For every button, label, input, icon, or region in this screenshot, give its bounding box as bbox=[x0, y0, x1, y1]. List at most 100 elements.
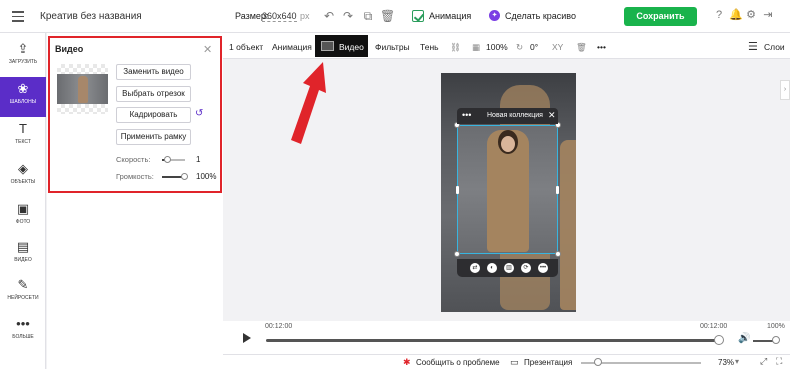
sidebar-item-label: Объекты bbox=[10, 179, 36, 185]
presentation-icon[interactable]: ▭ bbox=[510, 357, 519, 368]
tab-animation[interactable]: Анимация bbox=[272, 42, 312, 52]
zoom-slider-knob[interactable] bbox=[594, 358, 602, 366]
report-problem-link[interactable]: Сообщить о проблеме bbox=[416, 358, 500, 367]
sidebar-item-label: Больше bbox=[12, 334, 34, 340]
presentation-button[interactable]: Презентация bbox=[524, 358, 572, 367]
more-options-icon[interactable]: ••• bbox=[538, 263, 548, 273]
animation-label[interactable]: Анимация bbox=[429, 11, 471, 21]
video-icon: ▤ bbox=[16, 239, 30, 254]
sidebar-item-upload[interactable]: ⇪ Загрузить bbox=[0, 37, 46, 77]
help-icon[interactable]: ? bbox=[713, 9, 725, 21]
thumbnail-figure bbox=[78, 76, 88, 103]
fullscreen-icon[interactable]: ⛶ bbox=[776, 356, 782, 367]
fit-screen-icon[interactable]: ⤢ bbox=[760, 356, 767, 367]
tab-filters[interactable]: Фильтры bbox=[375, 42, 410, 52]
ai-icon: ✎ bbox=[17, 277, 29, 292]
background-figure-right bbox=[560, 140, 576, 310]
sidebar-item-more[interactable]: ••• Больше bbox=[0, 312, 46, 352]
undo-icon[interactable]: ↶ bbox=[322, 9, 336, 23]
xy-button[interactable]: XY bbox=[552, 42, 563, 52]
close-icon[interactable]: ✕ bbox=[548, 110, 556, 121]
animation-checkbox[interactable] bbox=[412, 10, 424, 22]
sidebar-item-ai[interactable]: ✎ Нейросети bbox=[0, 273, 46, 313]
chevron-down-icon[interactable]: ▾ bbox=[735, 357, 739, 366]
sidebar-item-objects[interactable]: ◈ Объекты bbox=[0, 157, 46, 197]
templates-icon: ❀ bbox=[17, 81, 29, 96]
replace-video-button[interactable]: Заменить видео bbox=[116, 64, 191, 80]
volume-value: 100% bbox=[196, 172, 217, 181]
sidebar-item-label: Шаблоны bbox=[9, 99, 37, 105]
layers-button[interactable]: Слои bbox=[764, 42, 785, 52]
crop-icon[interactable]: ◐ bbox=[487, 263, 497, 273]
more-options-icon[interactable]: ••• bbox=[462, 110, 471, 120]
bug-icon[interactable]: ✱ bbox=[403, 357, 411, 368]
sidebar-item-text[interactable]: T Текст bbox=[0, 117, 46, 157]
size-unit: px bbox=[300, 11, 310, 21]
sidebar-item-templates[interactable]: ❀ Шаблоны bbox=[0, 77, 46, 117]
red-arrow-annotation bbox=[291, 62, 326, 144]
volume-icon[interactable]: 🔊 bbox=[738, 333, 750, 344]
objects-icon: ◈ bbox=[18, 161, 28, 176]
text-icon: T bbox=[19, 121, 27, 136]
beautify-button[interactable]: Сделать красиво bbox=[505, 11, 576, 21]
link-icon[interactable]: ⛓ bbox=[450, 42, 461, 53]
bell-icon[interactable]: 🔔 bbox=[729, 9, 743, 21]
timeline-track[interactable] bbox=[266, 339, 718, 342]
select-clip-button[interactable]: Выбрать отрезок bbox=[116, 86, 191, 102]
object-count: 1 объект bbox=[229, 42, 264, 52]
timeline-volume-value: 100% bbox=[767, 323, 785, 330]
photo-icon: ▣ bbox=[16, 201, 30, 216]
collection-label[interactable]: Новая коллекция bbox=[487, 112, 543, 119]
exit-icon[interactable]: ⇥ bbox=[762, 9, 774, 21]
speed-slider-knob[interactable] bbox=[164, 156, 171, 163]
crop-button[interactable]: Кадрировать bbox=[116, 107, 191, 123]
delete-icon[interactable]: 🗑 bbox=[380, 9, 395, 23]
rotation-value[interactable]: 0° bbox=[530, 42, 538, 52]
more-icon: ••• bbox=[16, 316, 30, 331]
tab-video-label: Видео bbox=[339, 42, 364, 52]
resize-handle[interactable] bbox=[555, 251, 561, 257]
time-end: 00:12:00 bbox=[700, 323, 728, 330]
volume-slider-knob[interactable] bbox=[181, 173, 188, 180]
bottom-bar bbox=[223, 354, 790, 369]
play-icon[interactable] bbox=[243, 333, 251, 343]
magic-icon[interactable]: ✦ bbox=[489, 10, 500, 21]
opacity-value[interactable]: 100% bbox=[486, 42, 508, 52]
volume-label: Громкость: bbox=[116, 172, 154, 181]
resize-handle[interactable] bbox=[456, 186, 459, 194]
playhead-knob[interactable] bbox=[714, 335, 724, 345]
sidebar-item-photo[interactable]: ▣ Фото bbox=[0, 197, 46, 237]
tab-shadow[interactable]: Тень bbox=[420, 42, 439, 52]
sidebar-item-label: Нейросети bbox=[7, 295, 39, 301]
size-value[interactable]: 360x640 bbox=[262, 11, 297, 22]
more-options-icon[interactable]: ••• bbox=[597, 42, 606, 52]
replace-icon[interactable]: ⇄ bbox=[470, 263, 480, 273]
menu-icon[interactable] bbox=[12, 11, 24, 22]
sidebar-item-label: Загрузить bbox=[8, 59, 38, 65]
resize-handle[interactable] bbox=[556, 186, 559, 194]
redo-icon[interactable]: ↷ bbox=[341, 9, 355, 23]
zoom-value[interactable]: 73% bbox=[718, 358, 734, 367]
sidebar-item-video[interactable]: ▤ Видео bbox=[0, 235, 46, 275]
trash-icon[interactable]: ▥ bbox=[504, 263, 514, 273]
left-sidebar: ⇪ Загрузить ❀ Шаблоны T Текст ◈ Объекты … bbox=[0, 33, 46, 369]
sidebar-item-label: Видео bbox=[14, 257, 32, 263]
copy-icon[interactable]: ⧉ bbox=[361, 9, 375, 23]
layers-icon[interactable]: ☰ bbox=[748, 40, 758, 53]
resize-handle[interactable] bbox=[454, 251, 460, 257]
panel-title: Видео bbox=[55, 44, 84, 54]
timeline-volume-knob[interactable] bbox=[772, 336, 780, 344]
settings-icon[interactable]: ⚙ bbox=[745, 9, 757, 21]
rotate-icon[interactable]: ⟳ bbox=[521, 263, 531, 273]
opacity-icon[interactable]: ▦ bbox=[472, 42, 480, 53]
apply-frame-button[interactable]: Применить рамку bbox=[116, 129, 191, 145]
reset-icon[interactable]: ↺ bbox=[195, 108, 203, 119]
rotate-icon[interactable]: ↻ bbox=[516, 42, 523, 53]
trash-icon[interactable]: 🗑 bbox=[576, 42, 587, 53]
document-title[interactable]: Креатив без названия bbox=[40, 11, 142, 22]
sidebar-item-label: Текст bbox=[15, 139, 31, 145]
chevron-right-icon[interactable]: › bbox=[780, 80, 790, 100]
figure-face bbox=[501, 136, 515, 152]
close-icon[interactable]: ✕ bbox=[203, 43, 212, 56]
save-copy-button[interactable]: Сохранить копию bbox=[624, 7, 697, 40]
